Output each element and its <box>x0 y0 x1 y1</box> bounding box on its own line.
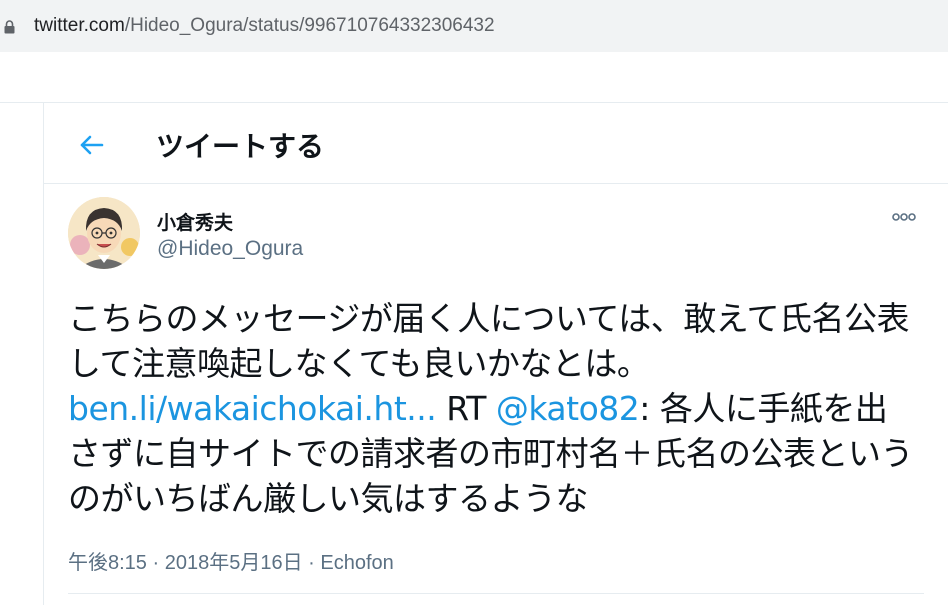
tweet-column: ツイートする 小倉秀夫 @Hideo_Ogura こちらのメッセージが届く人につ… <box>43 103 948 605</box>
url-host: twitter.com <box>34 15 125 36</box>
tweet-mention[interactable]: @kato82 <box>496 389 640 428</box>
page-header: ツイートする <box>44 103 948 184</box>
tweet-time[interactable]: 午後8:15 <box>68 552 147 574</box>
meta-separator: · <box>302 552 321 574</box>
avatar[interactable] <box>68 197 140 269</box>
meta-separator: · <box>146 552 165 574</box>
address-bar[interactable]: twitter.com/Hideo_Ogura/status/996710764… <box>0 0 948 52</box>
tweet-link[interactable]: ben.li/wakaichokai.ht... <box>68 389 437 428</box>
author-handle[interactable]: @Hideo_Ogura <box>157 237 303 261</box>
tweet-date[interactable]: 2018年5月16日 <box>165 552 303 574</box>
avatar-portrait <box>68 197 140 269</box>
page-title: ツイートする <box>156 131 325 162</box>
tweet-meta: 午後8:15 · 2018年5月16日 · Echofon <box>68 546 394 575</box>
url-text[interactable]: twitter.com/Hideo_Ogura/status/996710764… <box>34 15 495 37</box>
divider <box>68 593 924 594</box>
tweet-text-part1: こちらのメッセージが届く人については、敢えて氏名公表して注意喚起しなくても良いか… <box>68 299 910 383</box>
tweet-text: こちらのメッセージが届く人については、敢えて氏名公表して注意喚起しなくても良いか… <box>68 296 918 521</box>
lock-icon <box>4 20 15 34</box>
back-arrow-icon[interactable] <box>74 127 110 163</box>
url-path: /Hideo_Ogura/status/996710764332306432 <box>124 15 495 36</box>
more-options-icon[interactable] <box>890 207 918 227</box>
tweet-text-part2: RT <box>436 389 496 428</box>
author-name[interactable]: 小倉秀夫 <box>157 208 233 235</box>
tweet-source[interactable]: Echofon <box>320 552 393 574</box>
